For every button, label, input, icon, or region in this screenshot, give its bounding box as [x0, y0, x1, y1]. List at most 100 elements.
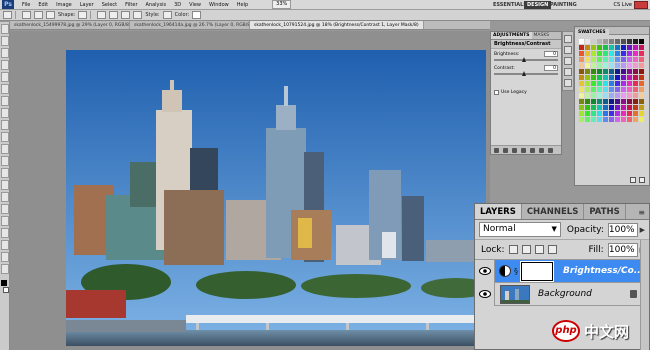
color-swatch[interactable]	[585, 75, 590, 80]
paths-icon[interactable]	[34, 11, 43, 19]
color-swatch[interactable]	[579, 75, 584, 80]
menu-window[interactable]: Window	[205, 0, 233, 10]
color-swatch[interactable]	[591, 105, 596, 110]
color-swatch[interactable]	[615, 51, 620, 56]
type-tool-icon[interactable]	[1, 204, 9, 214]
color-swatch[interactable]	[621, 93, 626, 98]
color-swatch[interactable]	[609, 69, 614, 74]
color-swatch[interactable]	[603, 51, 608, 56]
document-tab[interactable]: skathenlock_196414a.jpg @ 26.7% (Layer 0…	[130, 21, 250, 29]
color-swatch[interactable]	[615, 63, 620, 68]
color-swatch[interactable]	[579, 99, 584, 104]
color-swatch[interactable]	[615, 93, 620, 98]
color-swatch[interactable]	[627, 99, 632, 104]
menu-layer[interactable]: Layer	[76, 0, 98, 10]
color-swatch[interactable]	[639, 51, 644, 56]
swatch-grid[interactable]	[579, 39, 647, 123]
color-swatch[interactable]	[633, 51, 638, 56]
color-swatch[interactable]	[603, 39, 608, 44]
color-swatch[interactable]	[597, 51, 602, 56]
color-swatch[interactable]	[633, 39, 638, 44]
color-swatch[interactable]	[585, 111, 590, 116]
color-swatch[interactable]	[633, 99, 638, 104]
canvas-area[interactable]	[10, 31, 490, 350]
color-swatch[interactable]	[615, 75, 620, 80]
color-swatch[interactable]	[615, 57, 620, 62]
new-swatch-icon[interactable]	[630, 177, 636, 183]
layer-name[interactable]: Background	[538, 289, 618, 299]
visibility-eye-icon[interactable]	[475, 259, 495, 283]
fill-pixels-icon[interactable]	[46, 11, 55, 19]
color-swatch[interactable]	[603, 63, 608, 68]
color-swatch[interactable]	[615, 81, 620, 86]
window-controls[interactable]	[634, 1, 648, 9]
use-legacy-checkbox[interactable]	[494, 90, 499, 95]
color-swatch[interactable]	[609, 51, 614, 56]
lock-all-icon[interactable]	[547, 245, 557, 254]
color-swatch[interactable]	[603, 57, 608, 62]
color-swatch[interactable]	[615, 111, 620, 116]
color-swatch[interactable]	[627, 57, 632, 62]
color-swatch[interactable]	[615, 45, 620, 50]
clip-icon[interactable]	[512, 147, 517, 153]
color-swatch[interactable]	[627, 81, 632, 86]
cs-live[interactable]: CS Live	[614, 1, 632, 9]
color-swatch[interactable]	[627, 117, 632, 122]
opacity-slider-arrow-icon[interactable]: ▶	[640, 226, 645, 234]
color-swatch[interactable]	[585, 57, 590, 62]
pen-tool-icon[interactable]	[1, 192, 9, 202]
color-swatch[interactable]	[591, 57, 596, 62]
foreground-color[interactable]	[1, 280, 7, 286]
visibility-eye-icon[interactable]	[475, 282, 495, 306]
path-select-tool-icon[interactable]	[1, 216, 9, 226]
color-swatch[interactable]	[615, 87, 620, 92]
color-swatch[interactable]	[603, 87, 608, 92]
color-swatch[interactable]	[585, 87, 590, 92]
3d-rotate-tool-icon[interactable]	[1, 240, 9, 250]
color-swatch[interactable]	[579, 45, 584, 50]
layer-thumbnail[interactable]	[500, 284, 530, 304]
color-swatch[interactable]	[579, 69, 584, 74]
color-swatch[interactable]	[615, 69, 620, 74]
color-swatch[interactable]	[633, 57, 638, 62]
color-swatch[interactable]	[579, 51, 584, 56]
color-swatch[interactable]	[591, 51, 596, 56]
color-swatch[interactable]	[633, 75, 638, 80]
color-swatch[interactable]	[603, 99, 608, 104]
history-brush-tool-icon[interactable]	[1, 132, 9, 142]
color-swatch[interactable]	[633, 111, 638, 116]
color-swatch[interactable]	[639, 63, 644, 68]
color-swatch[interactable]	[609, 75, 614, 80]
color-swatch[interactable]	[615, 105, 620, 110]
visibility-icon[interactable]	[521, 147, 526, 153]
actions-panel-icon[interactable]	[564, 46, 572, 54]
menu-view[interactable]: View	[185, 0, 205, 10]
current-tool-icon[interactable]	[3, 11, 12, 19]
color-swatch[interactable]	[639, 69, 644, 74]
color-swatch[interactable]	[591, 87, 596, 92]
color-swatch[interactable]	[591, 93, 596, 98]
color-swatch[interactable]	[633, 93, 638, 98]
color-swatch[interactable]	[603, 105, 608, 110]
menu-3d[interactable]: 3D	[170, 0, 185, 10]
history-panel-icon[interactable]	[564, 35, 572, 43]
color-swatch[interactable]	[603, 75, 608, 80]
shape-tool-icon[interactable]	[1, 228, 9, 238]
color-swatch[interactable]	[627, 75, 632, 80]
color-swatch[interactable]	[621, 57, 626, 62]
color-swatch[interactable]	[639, 81, 644, 86]
lock-image-icon[interactable]	[521, 245, 531, 254]
color-swatch[interactable]	[639, 99, 644, 104]
color-swatch[interactable]	[639, 105, 644, 110]
color-swatch[interactable]	[639, 39, 644, 44]
color-swatch[interactable]	[621, 117, 626, 122]
color-swatch[interactable]	[639, 45, 644, 50]
layer-row-brightness[interactable]: § Brightness/Co...	[475, 259, 649, 283]
color-swatch[interactable]	[633, 63, 638, 68]
healing-brush-tool-icon[interactable]	[1, 96, 9, 106]
color-swatch[interactable]	[192, 11, 202, 19]
color-swatch[interactable]	[591, 99, 596, 104]
gradient-tool-icon[interactable]	[1, 156, 9, 166]
blend-mode-select[interactable]: Normal ▼	[479, 222, 561, 237]
color-swatch[interactable]	[621, 75, 626, 80]
